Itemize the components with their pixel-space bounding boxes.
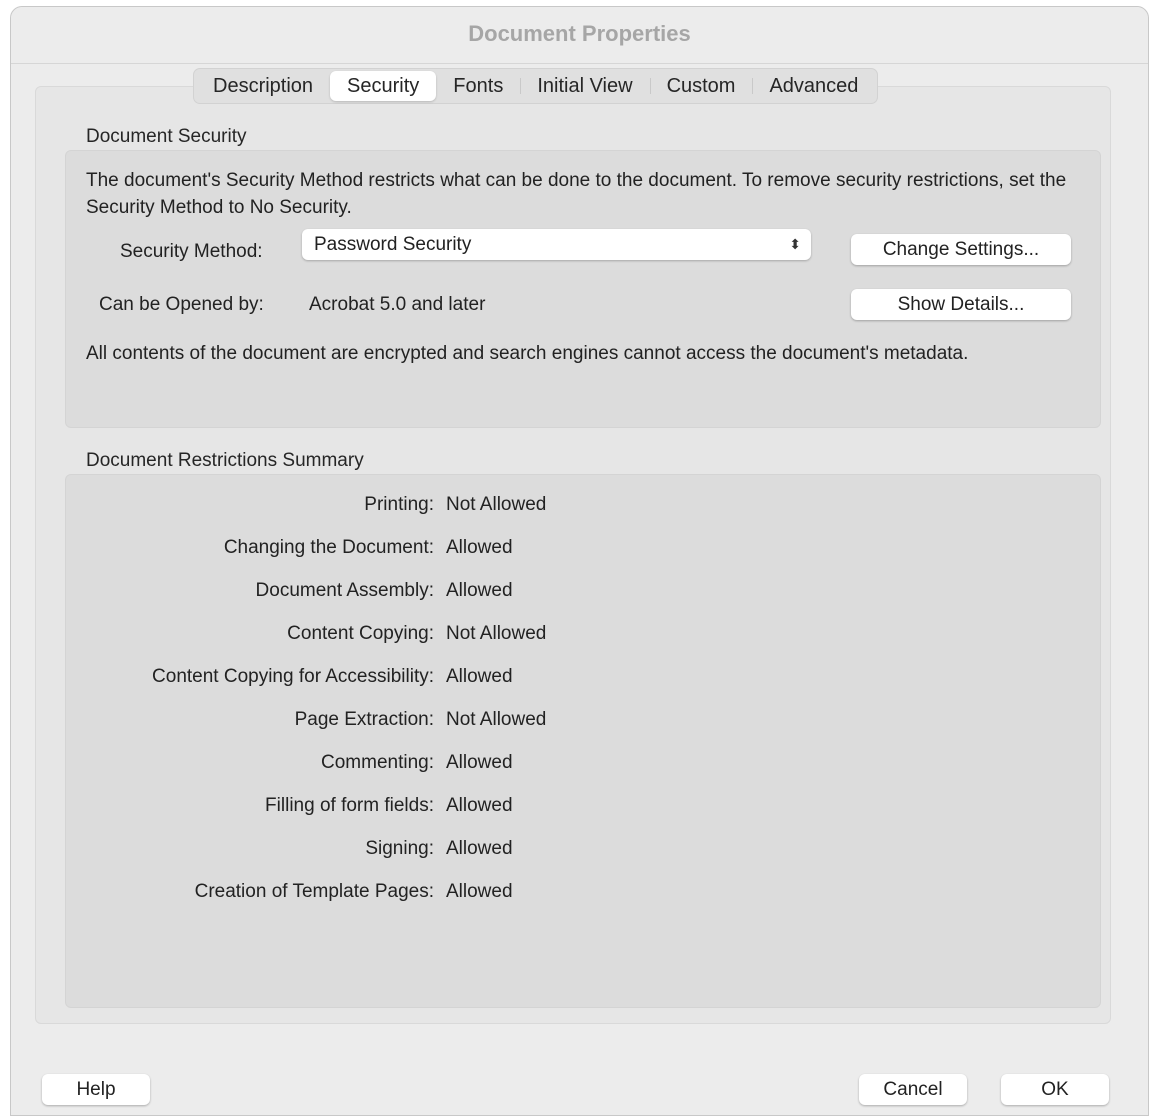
- opened-by-label: Can be Opened by:: [99, 294, 264, 315]
- document-security-heading: Document Security: [86, 126, 247, 147]
- opened-by-value: Acrobat 5.0 and later: [309, 294, 486, 315]
- restriction-value: Not Allowed: [446, 494, 547, 515]
- encryption-note-text: All contents of the document are encrypt…: [86, 343, 969, 364]
- restriction-value: Not Allowed: [446, 709, 547, 730]
- restriction-label: Document Assembly:: [255, 580, 434, 601]
- restriction-label: Creation of Template Pages:: [194, 881, 434, 902]
- chevron-updown-icon: ⬍: [789, 236, 801, 252]
- restriction-value: Not Allowed: [446, 623, 547, 644]
- help-button[interactable]: Help: [42, 1074, 150, 1105]
- dialog-title: Document Properties: [468, 21, 691, 46]
- restriction-value: Allowed: [446, 838, 513, 859]
- tab-advanced[interactable]: Advanced: [752, 71, 875, 101]
- tab-initial-view[interactable]: Initial View: [520, 71, 649, 101]
- restriction-label: Printing:: [364, 494, 434, 515]
- tab-bar: Description Security Fonts Initial View …: [193, 68, 879, 104]
- cancel-button[interactable]: Cancel: [859, 1074, 967, 1105]
- title-bar: Document Properties: [11, 7, 1148, 64]
- tab-fonts[interactable]: Fonts: [436, 71, 520, 101]
- security-method-value: Password Security: [314, 234, 472, 255]
- restrictions-box: [65, 474, 1101, 1008]
- security-method-select[interactable]: Password Security ⬍: [302, 229, 811, 260]
- security-method-label: Security Method:: [120, 241, 263, 262]
- restriction-label: Changing the Document:: [223, 537, 434, 558]
- security-intro-text: The document's Security Method restricts…: [86, 170, 1067, 218]
- restriction-label: Commenting:: [321, 752, 434, 773]
- restriction-label: Filling of form fields:: [265, 795, 434, 816]
- tab-security[interactable]: Security: [330, 71, 437, 101]
- tab-custom[interactable]: Custom: [649, 71, 753, 101]
- restriction-value: Allowed: [446, 580, 513, 601]
- restriction-label: Signing:: [365, 838, 434, 859]
- change-settings-button[interactable]: Change Settings...: [851, 234, 1071, 265]
- restriction-value: Allowed: [446, 537, 513, 558]
- restriction-label: Page Extraction:: [294, 709, 434, 730]
- restriction-label: Content Copying for Accessibility:: [152, 666, 434, 687]
- restriction-value: Allowed: [446, 881, 513, 902]
- tab-description[interactable]: Description: [196, 71, 330, 101]
- ok-button[interactable]: OK: [1001, 1074, 1109, 1105]
- restrictions-heading: Document Restrictions Summary: [86, 450, 364, 471]
- restriction-value: Allowed: [446, 795, 513, 816]
- restriction-value: Allowed: [446, 752, 513, 773]
- restriction-value: Allowed: [446, 666, 513, 687]
- show-details-button[interactable]: Show Details...: [851, 289, 1071, 320]
- restriction-label: Content Copying:: [287, 623, 434, 644]
